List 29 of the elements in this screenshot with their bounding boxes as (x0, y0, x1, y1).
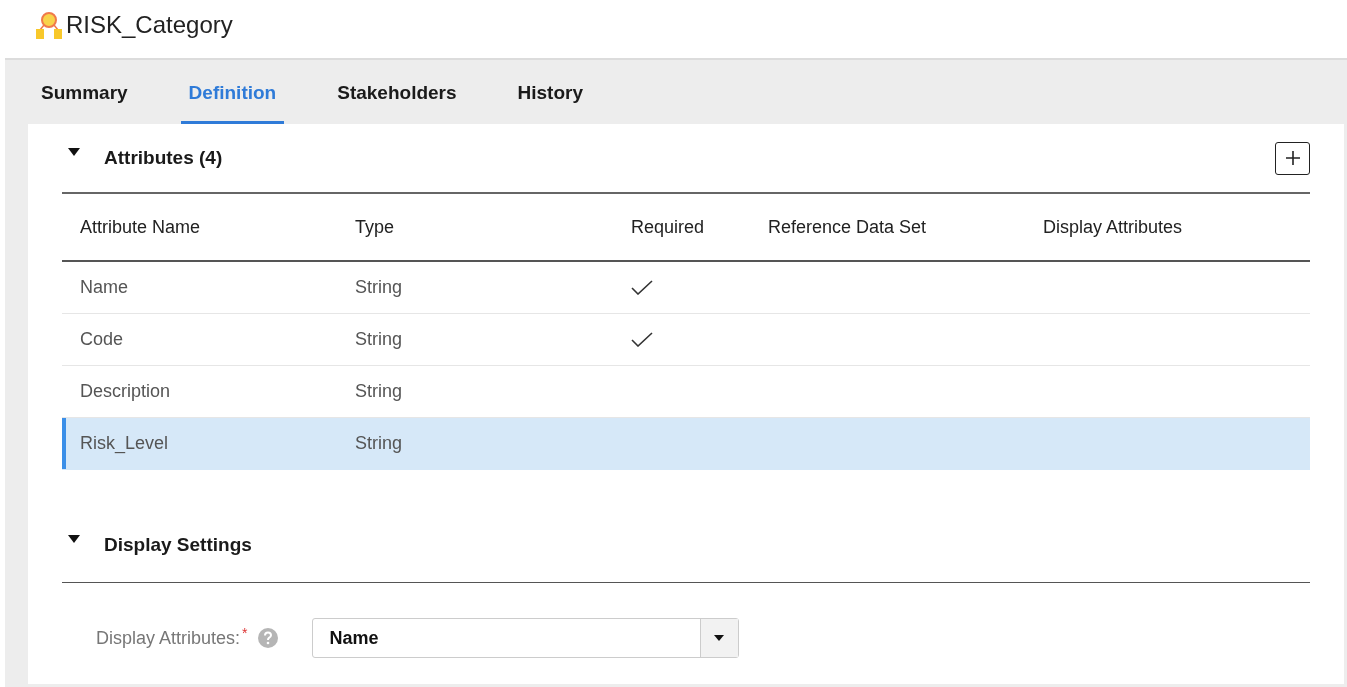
table-cell-text: Description (79, 381, 172, 402)
table-cell-text: Name (79, 277, 129, 298)
column-header: Attribute Name (79, 216, 202, 238)
field-label: Display Attributes: (96, 627, 241, 649)
plus-icon (1283, 149, 1302, 167)
table-cell-text: Code (79, 329, 125, 350)
table-cell-text: String (354, 329, 404, 350)
section-title: Attributes (4) (104, 147, 223, 169)
column-header: Reference Data Set (767, 216, 928, 238)
table-row[interactable]: Name String (62, 262, 1310, 314)
table-cell-text: String (354, 433, 404, 454)
column-header: Type (354, 216, 396, 238)
tab[interactable]: History (509, 60, 591, 124)
hierarchy-icon (36, 10, 64, 40)
table-cell-text: String (354, 381, 404, 402)
required-mark: * (242, 625, 248, 641)
table-cell-text: Risk_Level (79, 433, 170, 454)
table-cell-text: String (354, 277, 404, 298)
column-header: Required (630, 216, 706, 238)
section-title: Display Settings (104, 534, 252, 556)
tab[interactable]: Stakeholders (329, 60, 465, 124)
table-row[interactable]: Code String (62, 314, 1310, 366)
dropdown-field[interactable]: Name (311, 618, 739, 658)
add-button[interactable] (1275, 141, 1310, 175)
column-header: Display Attributes (1042, 216, 1184, 238)
tab[interactable]: Summary (33, 60, 136, 124)
caret-icon (714, 635, 724, 641)
table-row[interactable]: Risk_Level String (62, 418, 1310, 470)
page-title: RISK_Category (66, 11, 233, 39)
